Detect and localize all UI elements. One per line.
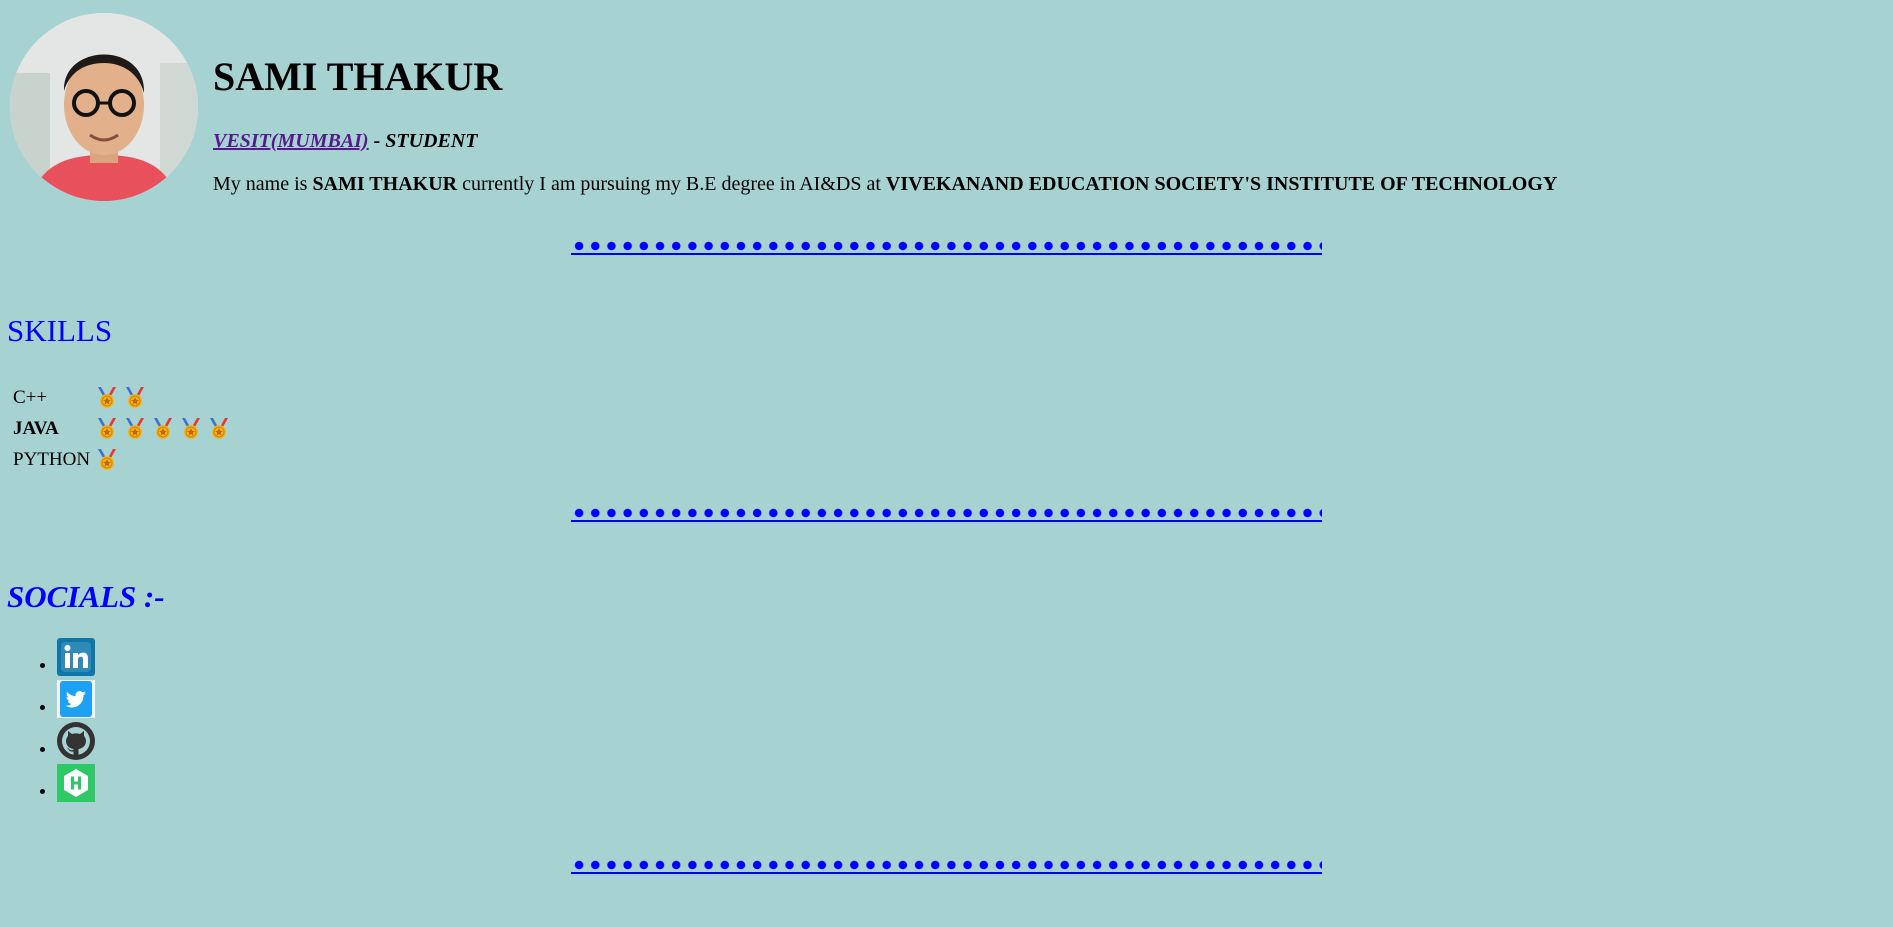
skill-rating xyxy=(96,416,236,442)
profile-avatar xyxy=(10,13,198,201)
role-suffix: - STUDENT xyxy=(368,130,478,152)
skill-label: PYTHON xyxy=(13,449,91,470)
socials-heading: SOCIALS :- xyxy=(7,579,165,614)
social-item-github xyxy=(57,722,95,764)
github-icon[interactable] xyxy=(57,722,95,760)
twitter-icon[interactable] xyxy=(57,680,95,718)
medal-icon xyxy=(208,418,236,440)
medal-icon xyxy=(96,387,124,409)
social-item-twitter xyxy=(57,680,95,722)
social-item-linkedin xyxy=(57,638,95,680)
skill-row: JAVA xyxy=(13,416,236,442)
bio-text-1: My name is xyxy=(213,173,313,195)
medal-icon xyxy=(124,418,152,440)
medal-icon xyxy=(152,418,180,440)
bio-institute: VIVEKANAND EDUCATION SOCIETY'S INSTITUTE… xyxy=(885,173,1558,195)
socials-list xyxy=(0,638,95,806)
dotted-divider xyxy=(571,859,1322,879)
college-link[interactable]: VESIT(MUMBAI) xyxy=(213,130,369,152)
skill-label: JAVA xyxy=(13,418,59,439)
skills-table: C++ JAVA PYTHON xyxy=(7,380,242,478)
skill-label: C++ xyxy=(13,387,48,408)
skill-rating xyxy=(96,447,236,473)
hackerrank-icon[interactable] xyxy=(57,764,95,802)
medal-icon xyxy=(180,418,208,440)
skill-rating xyxy=(96,385,236,411)
profile-name: SAMI THAKUR xyxy=(213,54,503,99)
skills-heading: SKILLS xyxy=(7,313,113,348)
medal-icon xyxy=(124,387,152,409)
skill-row: PYTHON xyxy=(13,447,236,473)
profile-role: VESIT(MUMBAI) - STUDENT xyxy=(213,130,478,153)
bio-name: SAMI THAKUR xyxy=(312,173,458,195)
medal-icon xyxy=(96,449,124,471)
dotted-divider xyxy=(571,507,1322,527)
dotted-divider xyxy=(571,240,1322,260)
skill-row: C++ xyxy=(13,385,236,411)
medal-icon xyxy=(96,418,124,440)
profile-bio: My name is SAMI THAKUR currently I am pu… xyxy=(213,173,1557,196)
linkedin-icon[interactable] xyxy=(57,638,95,676)
bio-text-2: currently I am pursuing my B.E degree in… xyxy=(457,173,886,195)
social-item-hackerrank xyxy=(57,764,95,806)
